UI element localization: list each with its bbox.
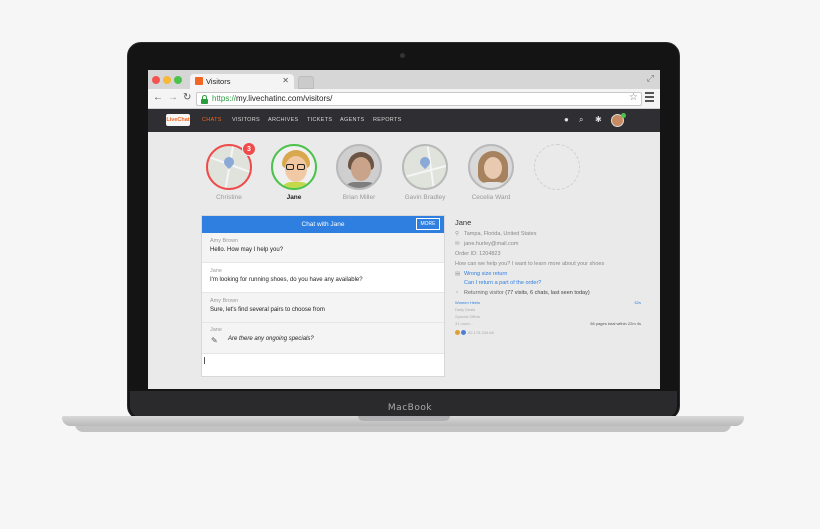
message-sender: Jane <box>210 327 222 333</box>
browser-tabbar: Visitors ✕ ⤢ <box>148 70 660 89</box>
chat-message: Jane I'm looking for running shoes, do y… <box>202 263 444 293</box>
visited-page: Special Offers <box>455 314 481 319</box>
email-row: ✉ jane.hurley@mail.com <box>455 241 519 247</box>
nav-chats[interactable]: CHATS <box>202 117 222 123</box>
message-text: Are there any ongoing specials? <box>228 336 314 342</box>
lock-icon <box>201 95 208 104</box>
visitor-empty-slot <box>533 144 581 190</box>
close-window-button[interactable] <box>152 76 160 84</box>
article-link-2[interactable]: Can I return a part of the order? <box>464 280 645 286</box>
visited-page[interactable]: Women Heels 52s <box>455 300 645 305</box>
message-text: Sure, let's find several pairs to choose… <box>210 307 325 313</box>
visitor-photo-avatar <box>271 144 317 190</box>
screen: Visitors ✕ ⤢ ← → ↻ https://my.livechatin… <box>148 70 660 389</box>
ip-address: 82.178.234.68 <box>468 330 494 335</box>
visitor-name: Christine <box>216 194 242 201</box>
url-input[interactable]: https://my.livechatinc.com/visitors/ ☆ <box>196 92 642 106</box>
visitor-cecelia-ward[interactable]: Cecelia Ward <box>467 144 515 201</box>
visitor-name: Cecelia Ward <box>471 194 511 201</box>
laptop-notch <box>358 416 450 421</box>
app-navbar: LiveChat CHATS VISITORS ARCHIVES TICKETS… <box>148 109 660 132</box>
reload-icon[interactable]: ↻ <box>183 92 191 103</box>
browser-tab[interactable]: Visitors ✕ <box>190 74 294 89</box>
message-text: Hello. How may I help you? <box>210 247 284 253</box>
user-icon: ◔ <box>455 290 459 296</box>
chrome-icon <box>455 330 460 336</box>
visitor-christine[interactable]: 3 Christine <box>205 142 256 201</box>
chat-message-typing: Jane ✎ Are there any ongoing specials? <box>202 323 444 354</box>
visitor-photo-avatar <box>336 144 382 190</box>
empty-avatar <box>534 144 580 190</box>
fullscreen-icon[interactable]: ⤢ <box>647 73 654 84</box>
location-row: ⚲ Tampa, Florida, United States <box>455 231 537 237</box>
pencil-icon: ✎ <box>211 336 218 345</box>
visited-page: Daily Deals <box>455 307 476 312</box>
close-tab-icon[interactable]: ✕ <box>282 76 289 85</box>
visitor-details: Jane ⚲ Tampa, Florida, United States ✉ jan… <box>455 218 645 336</box>
chat-input[interactable] <box>202 354 444 366</box>
notification-bell-icon[interactable]: ● <box>564 115 569 124</box>
chat-header: Chat with Jane MORE <box>202 216 444 233</box>
visitor-jane[interactable]: Jane <box>270 144 318 201</box>
url-path: my.livechatinc.com/visitors/ <box>236 94 333 103</box>
chat-title: Chat with Jane <box>301 221 345 228</box>
new-tab-button[interactable] <box>298 76 314 89</box>
nav-tickets[interactable]: TICKETS <box>307 117 332 123</box>
tab-title: Visitors <box>206 77 231 86</box>
nav-reports[interactable]: REPORTS <box>373 117 402 123</box>
returning-row: ◔ Returning visitor (77 visits, 6 chats, … <box>455 290 590 296</box>
text-caret <box>204 357 205 364</box>
question-row: How can we help you? I want to learn mor… <box>455 261 605 267</box>
url-scheme: https:// <box>212 94 237 103</box>
nav-agents[interactable]: AGENTS <box>340 117 364 123</box>
bookmark-star-icon[interactable]: ☆ <box>629 92 638 103</box>
message-sender: Jane <box>210 268 222 274</box>
chat-message: Amy Brown Sure, let's find several pairs… <box>202 293 444 323</box>
visitor-gavin-bradley[interactable]: Gavin Bradley <box>401 144 449 201</box>
camera-icon <box>400 53 405 58</box>
nav-archives[interactable]: ARCHIVES <box>268 117 299 123</box>
windows-icon <box>461 330 466 336</box>
visitor-name: Brian Miller <box>342 194 376 201</box>
laptop-brand: MacBook <box>387 403 433 413</box>
visited-page[interactable]: 31 more... 56 pages total within 22m 4s <box>455 321 645 326</box>
forward-icon[interactable]: → <box>168 92 178 103</box>
nav-visitors[interactable]: VISITORS <box>232 117 260 123</box>
message-sender: Amy Brown <box>210 298 239 304</box>
unread-badge: 3 <box>242 142 256 156</box>
minimize-window-button[interactable] <box>163 76 171 84</box>
visitor-map-avatar <box>402 144 448 190</box>
browser-info: 82.178.234.68 <box>455 330 645 336</box>
details-name: Jane <box>455 218 472 227</box>
email-icon: ✉ <box>455 241 460 247</box>
gear-icon[interactable]: ✱ <box>595 115 602 124</box>
main-content: 3 Christine Jane Brian Miller Gavin Brad… <box>148 132 660 389</box>
online-status-dot <box>621 113 626 118</box>
search-icon[interactable]: ⌕ <box>579 115 583 125</box>
visitor-photo-avatar <box>468 144 514 190</box>
visitor-brian-miller[interactable]: Brian Miller <box>335 144 383 201</box>
visitor-name: Jane <box>286 194 302 201</box>
chat-panel: Chat with Jane MORE Amy Brown Hello. How… <box>201 215 445 377</box>
browser-menu-icon[interactable] <box>645 92 654 102</box>
address-bar: ← → ↻ https://my.livechatinc.com/visitor… <box>148 89 660 109</box>
back-icon[interactable]: ← <box>153 92 163 103</box>
maximize-window-button[interactable] <box>174 76 182 84</box>
location-pin-icon: ⚲ <box>455 231 460 237</box>
more-button[interactable]: MORE <box>416 218 440 230</box>
message-text: I'm looking for running shoes, do you ha… <box>210 277 363 283</box>
message-sender: Amy Brown <box>210 238 239 244</box>
document-icon: ▤ <box>455 271 461 277</box>
favicon-icon <box>195 77 203 85</box>
livechat-logo[interactable]: LiveChat <box>166 114 190 126</box>
visitor-name: Gavin Bradley <box>404 194 446 201</box>
article-link-1[interactable]: ▤ Wrong size return <box>455 271 645 277</box>
order-row: Order ID: 1204823 <box>455 251 501 257</box>
chat-message: Amy Brown Hello. How may I help you? <box>202 233 444 263</box>
